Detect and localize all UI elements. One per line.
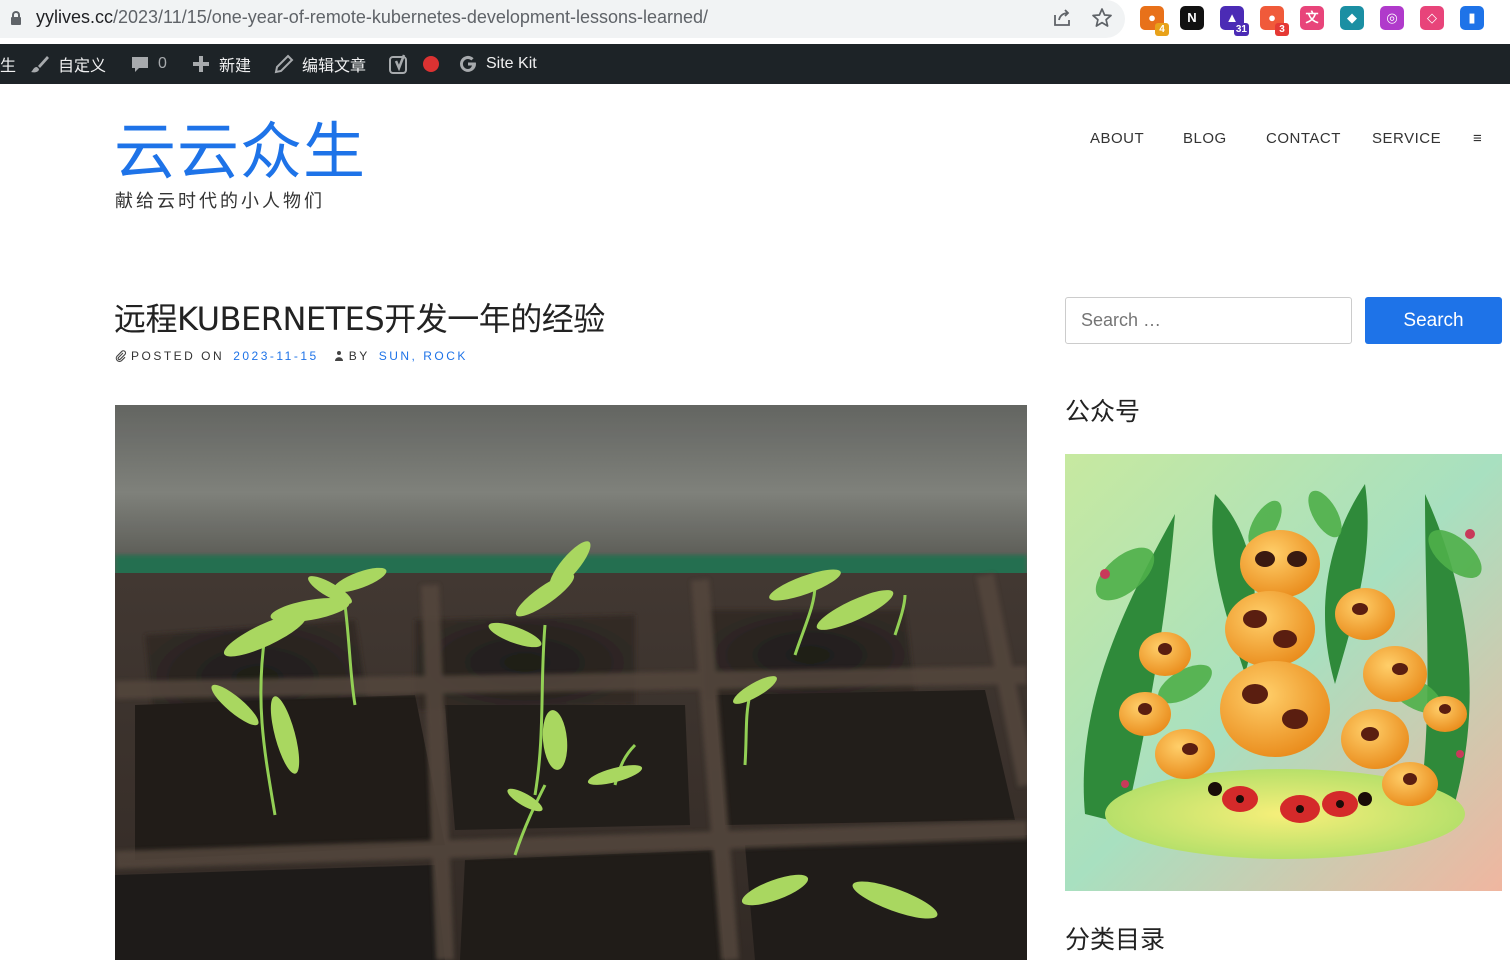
url-text[interactable]: yylives.cc/2023/11/15/one-year-of-remote… (36, 7, 708, 28)
seo-status-dot-icon (423, 56, 439, 72)
site-title[interactable]: 云云众生 (114, 114, 366, 190)
wp-admin-bar: 生 自定义 0 新建 编辑文章 Site Kit (0, 44, 1510, 84)
widget-title-categories: 分类目录 (1065, 925, 1166, 954)
post-date-link[interactable]: 2023-11-15 (233, 349, 319, 363)
author-link[interactable]: SUN (379, 349, 412, 363)
pencil-icon (274, 54, 294, 74)
comments-count: 0 (158, 55, 167, 72)
notion-ext-icon[interactable]: N (1180, 6, 1204, 30)
by-label: BY (348, 349, 370, 363)
google-g-icon (458, 54, 478, 74)
nav-item-about[interactable]: ABOUT (1090, 130, 1144, 147)
posted-on-label: POSTED ON (131, 349, 225, 363)
search-button[interactable]: Search (1365, 297, 1502, 344)
plus-icon (191, 54, 211, 74)
ext-9-icon[interactable]: ▮ (1460, 6, 1484, 30)
comment-icon (130, 54, 150, 74)
new-label: 新建 (219, 58, 252, 75)
ext-6-icon[interactable]: ◆ (1340, 6, 1364, 30)
wechat-promo-image (1065, 454, 1502, 891)
nav-item-blog[interactable]: BLOG (1183, 130, 1227, 147)
paperclip-icon (115, 350, 127, 362)
menu-toggle-icon[interactable]: ≡ (1473, 130, 1482, 147)
ext-7-icon[interactable]: ◎ (1380, 6, 1404, 30)
ext-4-icon[interactable]: ● 3 (1260, 6, 1289, 36)
site-description: 献给云时代的小人物们 (115, 191, 325, 211)
post-meta: POSTED ON 2023-11-15 BY SUN , ROCK (115, 349, 468, 363)
url-path: /2023/11/15/one-year-of-remote-kubernete… (113, 7, 709, 27)
comments-button[interactable]: 0 (130, 44, 167, 84)
nav-item-contact[interactable]: CONTACT (1266, 130, 1341, 147)
author-separator: , (411, 349, 424, 363)
share-icon[interactable] (1050, 7, 1074, 31)
new-content-button[interactable]: 新建 (191, 44, 251, 84)
yoast-icon (389, 54, 409, 74)
ext-1-icon[interactable]: ● 4 (1140, 6, 1169, 36)
extension-badge: 31 (1233, 23, 1249, 36)
user-icon (333, 350, 345, 362)
featured-image (115, 405, 1027, 960)
url-host: yylives.cc (36, 7, 114, 27)
site-kit-button[interactable]: Site Kit (458, 44, 537, 84)
search-input[interactable] (1065, 297, 1352, 344)
yoast-seo-button[interactable] (389, 44, 439, 84)
customize-label: 自定义 (58, 58, 107, 75)
nav-item-service[interactable]: SERVICE (1372, 130, 1441, 147)
widget-title-wechat: 公众号 (1065, 397, 1141, 426)
ext-3-icon[interactable]: ▲ 31 (1220, 6, 1249, 36)
site-kit-label: Site Kit (486, 55, 537, 72)
author-link[interactable]: ROCK (423, 349, 468, 363)
browser-toolbar: yylives.cc/2023/11/15/one-year-of-remote… (0, 0, 1510, 44)
extension-badge: 4 (1155, 23, 1169, 36)
post-title: 远程KUBERNETES开发一年的经验 (114, 300, 605, 338)
address-bar[interactable]: yylives.cc/2023/11/15/one-year-of-remote… (0, 0, 1125, 38)
edit-post-button[interactable]: 编辑文章 (274, 44, 366, 84)
customize-button[interactable]: 自定义 (30, 44, 106, 84)
paintbrush-icon (30, 54, 50, 74)
edit-post-label: 编辑文章 (302, 58, 367, 75)
extension-badge: 3 (1275, 23, 1289, 36)
lock-icon[interactable] (11, 11, 21, 25)
admin-site-link[interactable]: 生 (0, 44, 16, 84)
bookmark-star-icon[interactable] (1090, 7, 1114, 31)
ext-8-icon[interactable]: ◇ (1420, 6, 1444, 30)
translate-ext-icon[interactable]: 文 (1300, 6, 1324, 30)
